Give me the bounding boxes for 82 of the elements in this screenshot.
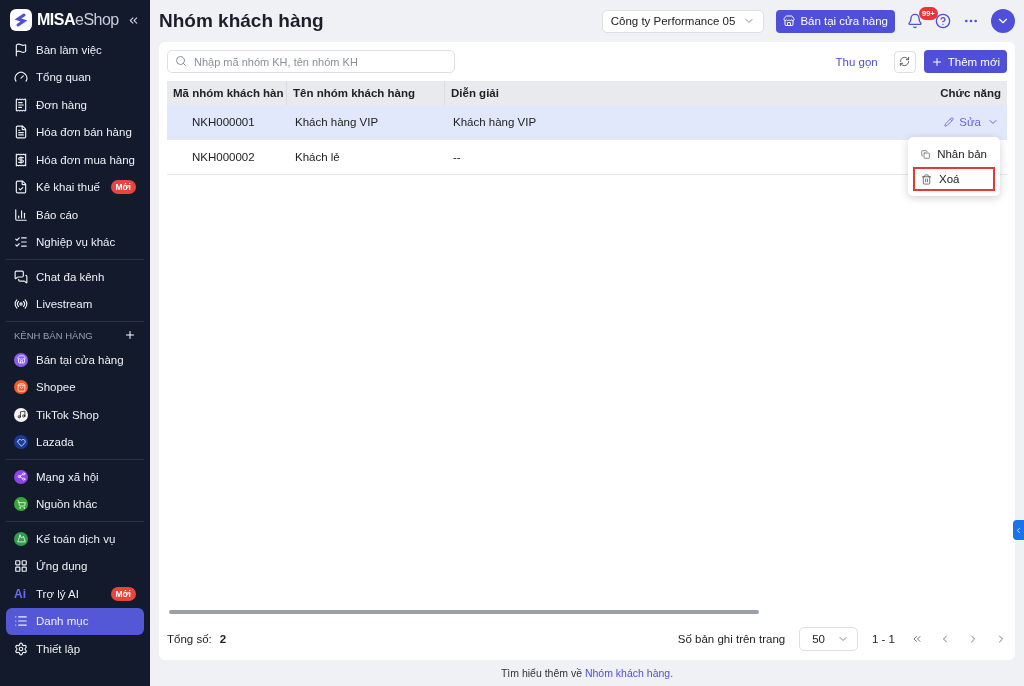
- menu-item[interactable]: Xoá: [913, 167, 995, 191]
- brand-name: MISAeShop: [37, 11, 119, 29]
- help-link[interactable]: Nhóm khách hàng.: [584, 667, 674, 679]
- column-header: Tên nhóm khách hàng: [287, 81, 445, 105]
- document-icon: [14, 180, 28, 195]
- gauge-icon: [14, 70, 28, 85]
- edit-button[interactable]: Sửa: [944, 116, 981, 128]
- sidebar-item[interactable]: Kế toán dịch vụ: [6, 525, 144, 553]
- page-size-select[interactable]: 50: [799, 627, 858, 651]
- grid-icon: [14, 559, 28, 574]
- search-field[interactable]: Nhập mã nhóm KH, tên nhóm KH: [167, 50, 455, 73]
- checklist-icon: [14, 235, 28, 250]
- sidebar-item[interactable]: Ứng dụng: [6, 552, 144, 580]
- sidebar-item[interactable]: Danh mục: [6, 607, 144, 635]
- sidebar-item[interactable]: Tổng quan: [6, 63, 144, 91]
- bar-chart-icon: [14, 207, 28, 222]
- sidebar-item[interactable]: Mạng xã hội: [6, 463, 144, 491]
- settings-icon: [14, 641, 28, 656]
- store-button[interactable]: Bán tại cửa hàng: [776, 9, 895, 33]
- broadcast-icon: [14, 297, 28, 312]
- trash-icon: [921, 173, 932, 185]
- flag-icon: [14, 42, 28, 57]
- menu-item[interactable]: Nhân bản: [913, 142, 995, 166]
- document-icon: [14, 125, 28, 140]
- page-title: Nhóm khách hàng: [159, 10, 325, 32]
- refresh-icon: [899, 56, 911, 67]
- receipt-icon: [14, 97, 28, 112]
- sidebar-item[interactable]: Báo cáo: [6, 201, 144, 229]
- pencil-icon: [944, 117, 955, 127]
- new-badge: Mới: [110, 180, 136, 195]
- add-button[interactable]: Thêm mới: [923, 50, 1007, 73]
- help-text: Tìm hiểu thêm về: [500, 667, 584, 679]
- chat-icon: [14, 269, 28, 284]
- store-icon: [783, 15, 796, 27]
- scrollbar[interactable]: [169, 610, 759, 614]
- sidebar-item[interactable]: Hóa đơn mua hàng: [6, 146, 144, 174]
- table-cell: NKH000002: [192, 151, 255, 163]
- refresh-button[interactable]: [893, 50, 916, 73]
- column-header: Mã nhóm khách hàn: [167, 81, 287, 105]
- first-page-icon[interactable]: [911, 633, 923, 645]
- side-panel-toggle[interactable]: [1013, 520, 1024, 540]
- logo-icon: [10, 9, 32, 31]
- sidebar-item[interactable]: Ai Trợ lý AI Mới: [6, 580, 144, 608]
- sidebar-item[interactable]: Hóa đơn bán hàng: [6, 118, 144, 146]
- receipt-icon: [14, 152, 28, 167]
- plus-icon: [930, 55, 943, 68]
- sidebar-item[interactable]: Nghiệp vụ khác: [6, 228, 144, 256]
- add-icon[interactable]: [124, 329, 136, 341]
- bell-icon[interactable]: [907, 13, 923, 29]
- sidebar-item[interactable]: Chat đa kênh: [6, 263, 144, 291]
- column-header: Diễn giải: [445, 81, 899, 105]
- sidebar-item[interactable]: TikTok Shop: [6, 401, 144, 429]
- table-cell: Khách lẻ: [295, 151, 340, 163]
- collapse-link[interactable]: Thu gọn: [835, 55, 878, 68]
- chevron-left-icon: [1014, 525, 1023, 535]
- sidebar-item[interactable]: Shopee: [6, 373, 144, 401]
- sidebar-item[interactable]: Đơn hàng: [6, 91, 144, 119]
- table-cell: Khách hàng VIP: [453, 116, 537, 128]
- help-icon[interactable]: [935, 13, 951, 29]
- table-cell: Khách hàng VIP: [295, 116, 379, 128]
- new-badge: Mới: [110, 586, 136, 601]
- search-icon: [175, 55, 187, 67]
- sidebar-item[interactable]: Kê khai thuế Mới: [6, 173, 144, 201]
- column-header: Chức năng: [899, 81, 1007, 105]
- ai-logo-icon: Ai: [14, 586, 28, 601]
- list-icon: [14, 614, 28, 629]
- total-label: Tổng số:: [167, 633, 212, 645]
- sidebar-item[interactable]: Bán tại cửa hàng: [6, 346, 144, 374]
- table-cell: NKH000001: [192, 116, 255, 128]
- total-count: 2: [219, 633, 227, 645]
- table-cell: --: [453, 151, 461, 163]
- sidebar-item[interactable]: Thiết lập: [6, 635, 144, 663]
- section-heading: KÊNH BÁN HÀNG: [14, 329, 93, 341]
- sidebar-item[interactable]: Lazada: [6, 428, 144, 456]
- account-menu-icon[interactable]: [991, 9, 1015, 33]
- copy-icon: [921, 148, 931, 160]
- page-range: 1 - 1: [872, 633, 895, 645]
- sidebar-item[interactable]: Nguồn khác: [6, 490, 144, 518]
- sidebar-item[interactable]: Livestream: [6, 290, 144, 318]
- page-size-label: Số bản ghi trên trang: [677, 633, 786, 645]
- sidebar-item[interactable]: Bàn làm việc: [6, 36, 144, 64]
- company-select[interactable]: Công ty Performance 05: [601, 9, 765, 33]
